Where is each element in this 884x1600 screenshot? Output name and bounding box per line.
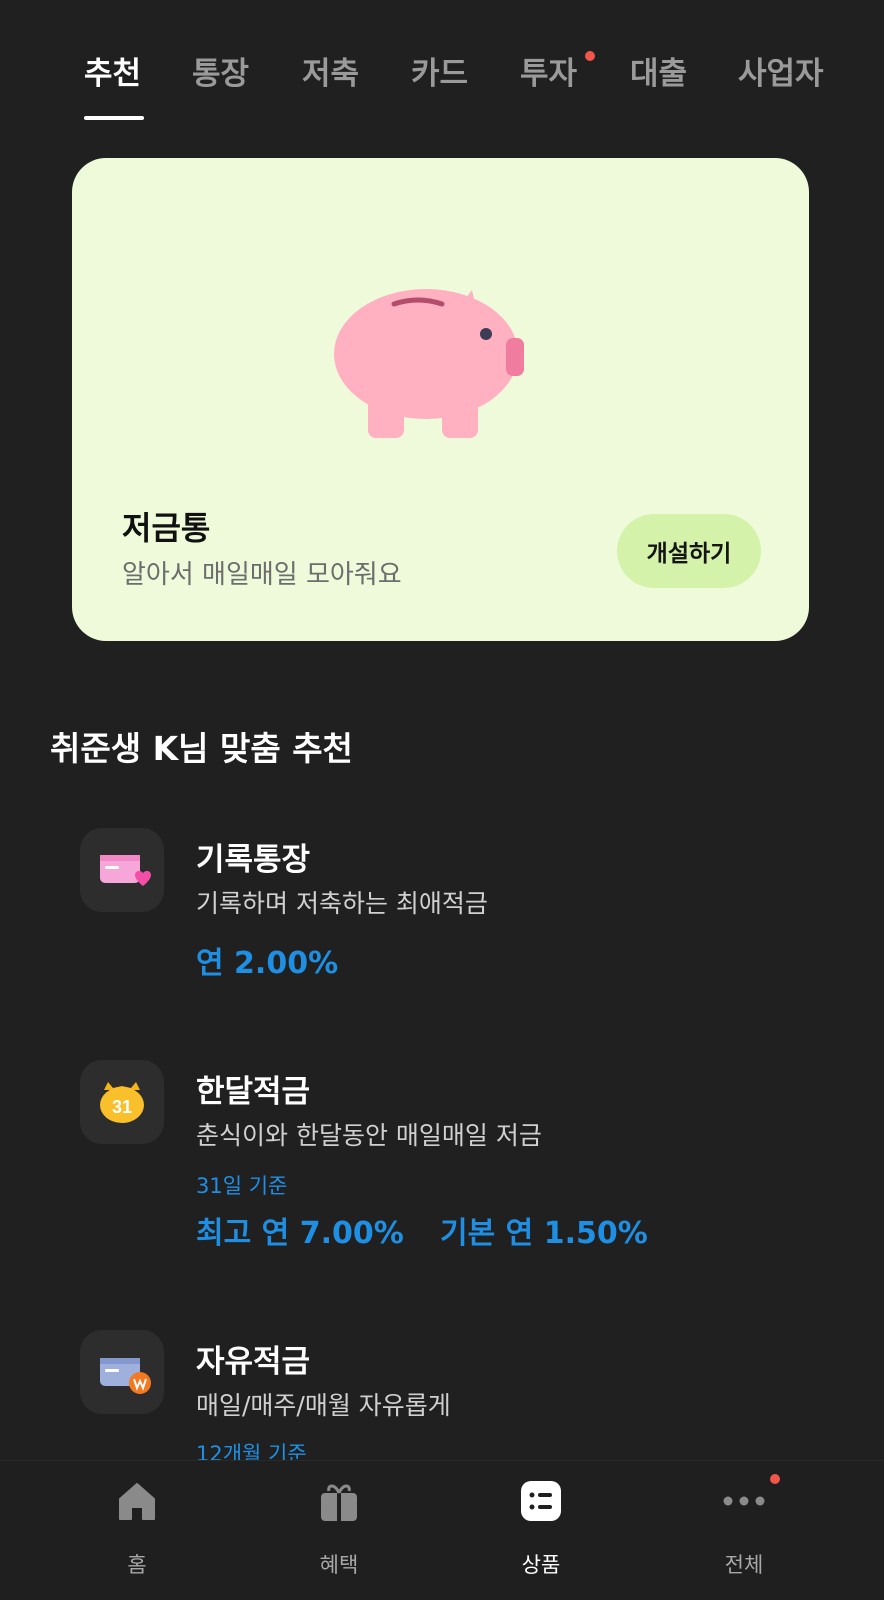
nav-home[interactable]: 홈	[77, 1479, 197, 1579]
product-item-free-savings[interactable]: 자유적금 매일/매주/매월 자유롭게 12개월 기준	[0, 1330, 884, 1466]
product-item-monthly-savings[interactable]: 31 한달적금 춘식이와 한달동안 매일매일 저금 31일 기준 최고 연 7.…	[0, 1060, 884, 1251]
card-won-icon	[100, 1358, 151, 1394]
tab-savings[interactable]: 저축	[302, 48, 359, 93]
product-list-icon	[521, 1481, 561, 1521]
product-base-rate: 기본 연 1.50%	[440, 1216, 648, 1251]
nav-label: 상품	[521, 1553, 561, 1577]
product-max-rate: 최고 연 7.00%	[196, 1216, 404, 1251]
app-screen: 추천 통장 저축 카드 투자 대출 사업자 저금통 알아서 매일매일 모아줘요 …	[0, 0, 884, 1600]
calendar-31-icon: 31	[100, 1082, 144, 1123]
product-description: 춘식이와 한달동안 매일매일 저금	[196, 1121, 542, 1150]
tab-recommend[interactable]: 추천	[84, 48, 141, 93]
tab-card[interactable]: 카드	[411, 48, 468, 93]
card-heart-icon	[100, 855, 151, 886]
category-tab-bar: 추천 통장 저축 카드 투자 대출 사업자	[0, 0, 884, 125]
rate-basis-label: 31일 기준	[196, 1174, 288, 1198]
nav-all[interactable]: 전체	[684, 1479, 804, 1579]
home-icon	[119, 1483, 155, 1520]
product-rate: 연 2.00%	[196, 946, 339, 981]
tab-business[interactable]: 사업자	[738, 48, 824, 93]
nav-benefits[interactable]: 혜택	[279, 1479, 399, 1579]
product-name: 자유적금	[196, 1344, 311, 1380]
active-tab-indicator	[84, 116, 144, 120]
nav-label: 홈	[127, 1553, 147, 1577]
nav-all-new-dot	[770, 1474, 780, 1484]
gift-icon	[321, 1484, 357, 1521]
svg-text:31: 31	[112, 1097, 132, 1117]
tab-account[interactable]: 통장	[192, 48, 249, 93]
open-account-button[interactable]: 개설하기	[617, 514, 761, 588]
tab-loan[interactable]: 대출	[630, 48, 687, 93]
more-icon	[723, 1496, 765, 1506]
piggy-bank-icon	[334, 289, 524, 438]
tab-invest-new-dot	[585, 51, 595, 61]
product-icon-box	[80, 828, 164, 912]
product-name: 기록통장	[196, 842, 311, 878]
product-description: 매일/매주/매월 자유롭게	[196, 1391, 451, 1420]
nav-products[interactable]: 상품	[481, 1479, 601, 1579]
hero-title: 저금통	[122, 509, 211, 547]
hero-subtitle: 알아서 매일매일 모아줘요	[122, 560, 402, 590]
product-description: 기록하며 저축하는 최애적금	[196, 889, 488, 918]
bottom-navigation-bar: 홈 혜택 상품 전체	[0, 1460, 884, 1600]
product-item-record-account[interactable]: 기록통장 기록하며 저축하는 최애적금 연 2.00%	[0, 828, 884, 981]
tab-invest[interactable]: 투자	[520, 48, 577, 93]
product-icon-box	[80, 1330, 164, 1414]
personalized-recommendation-title: 취준생 K님 맞춤 추천	[50, 729, 353, 768]
nav-label: 혜택	[319, 1553, 359, 1577]
piggy-bank-promo-card[interactable]: 저금통 알아서 매일매일 모아줘요 개설하기	[72, 158, 809, 641]
product-icon-box: 31	[80, 1060, 164, 1144]
product-name: 한달적금	[196, 1074, 311, 1110]
nav-label: 전체	[724, 1553, 764, 1577]
